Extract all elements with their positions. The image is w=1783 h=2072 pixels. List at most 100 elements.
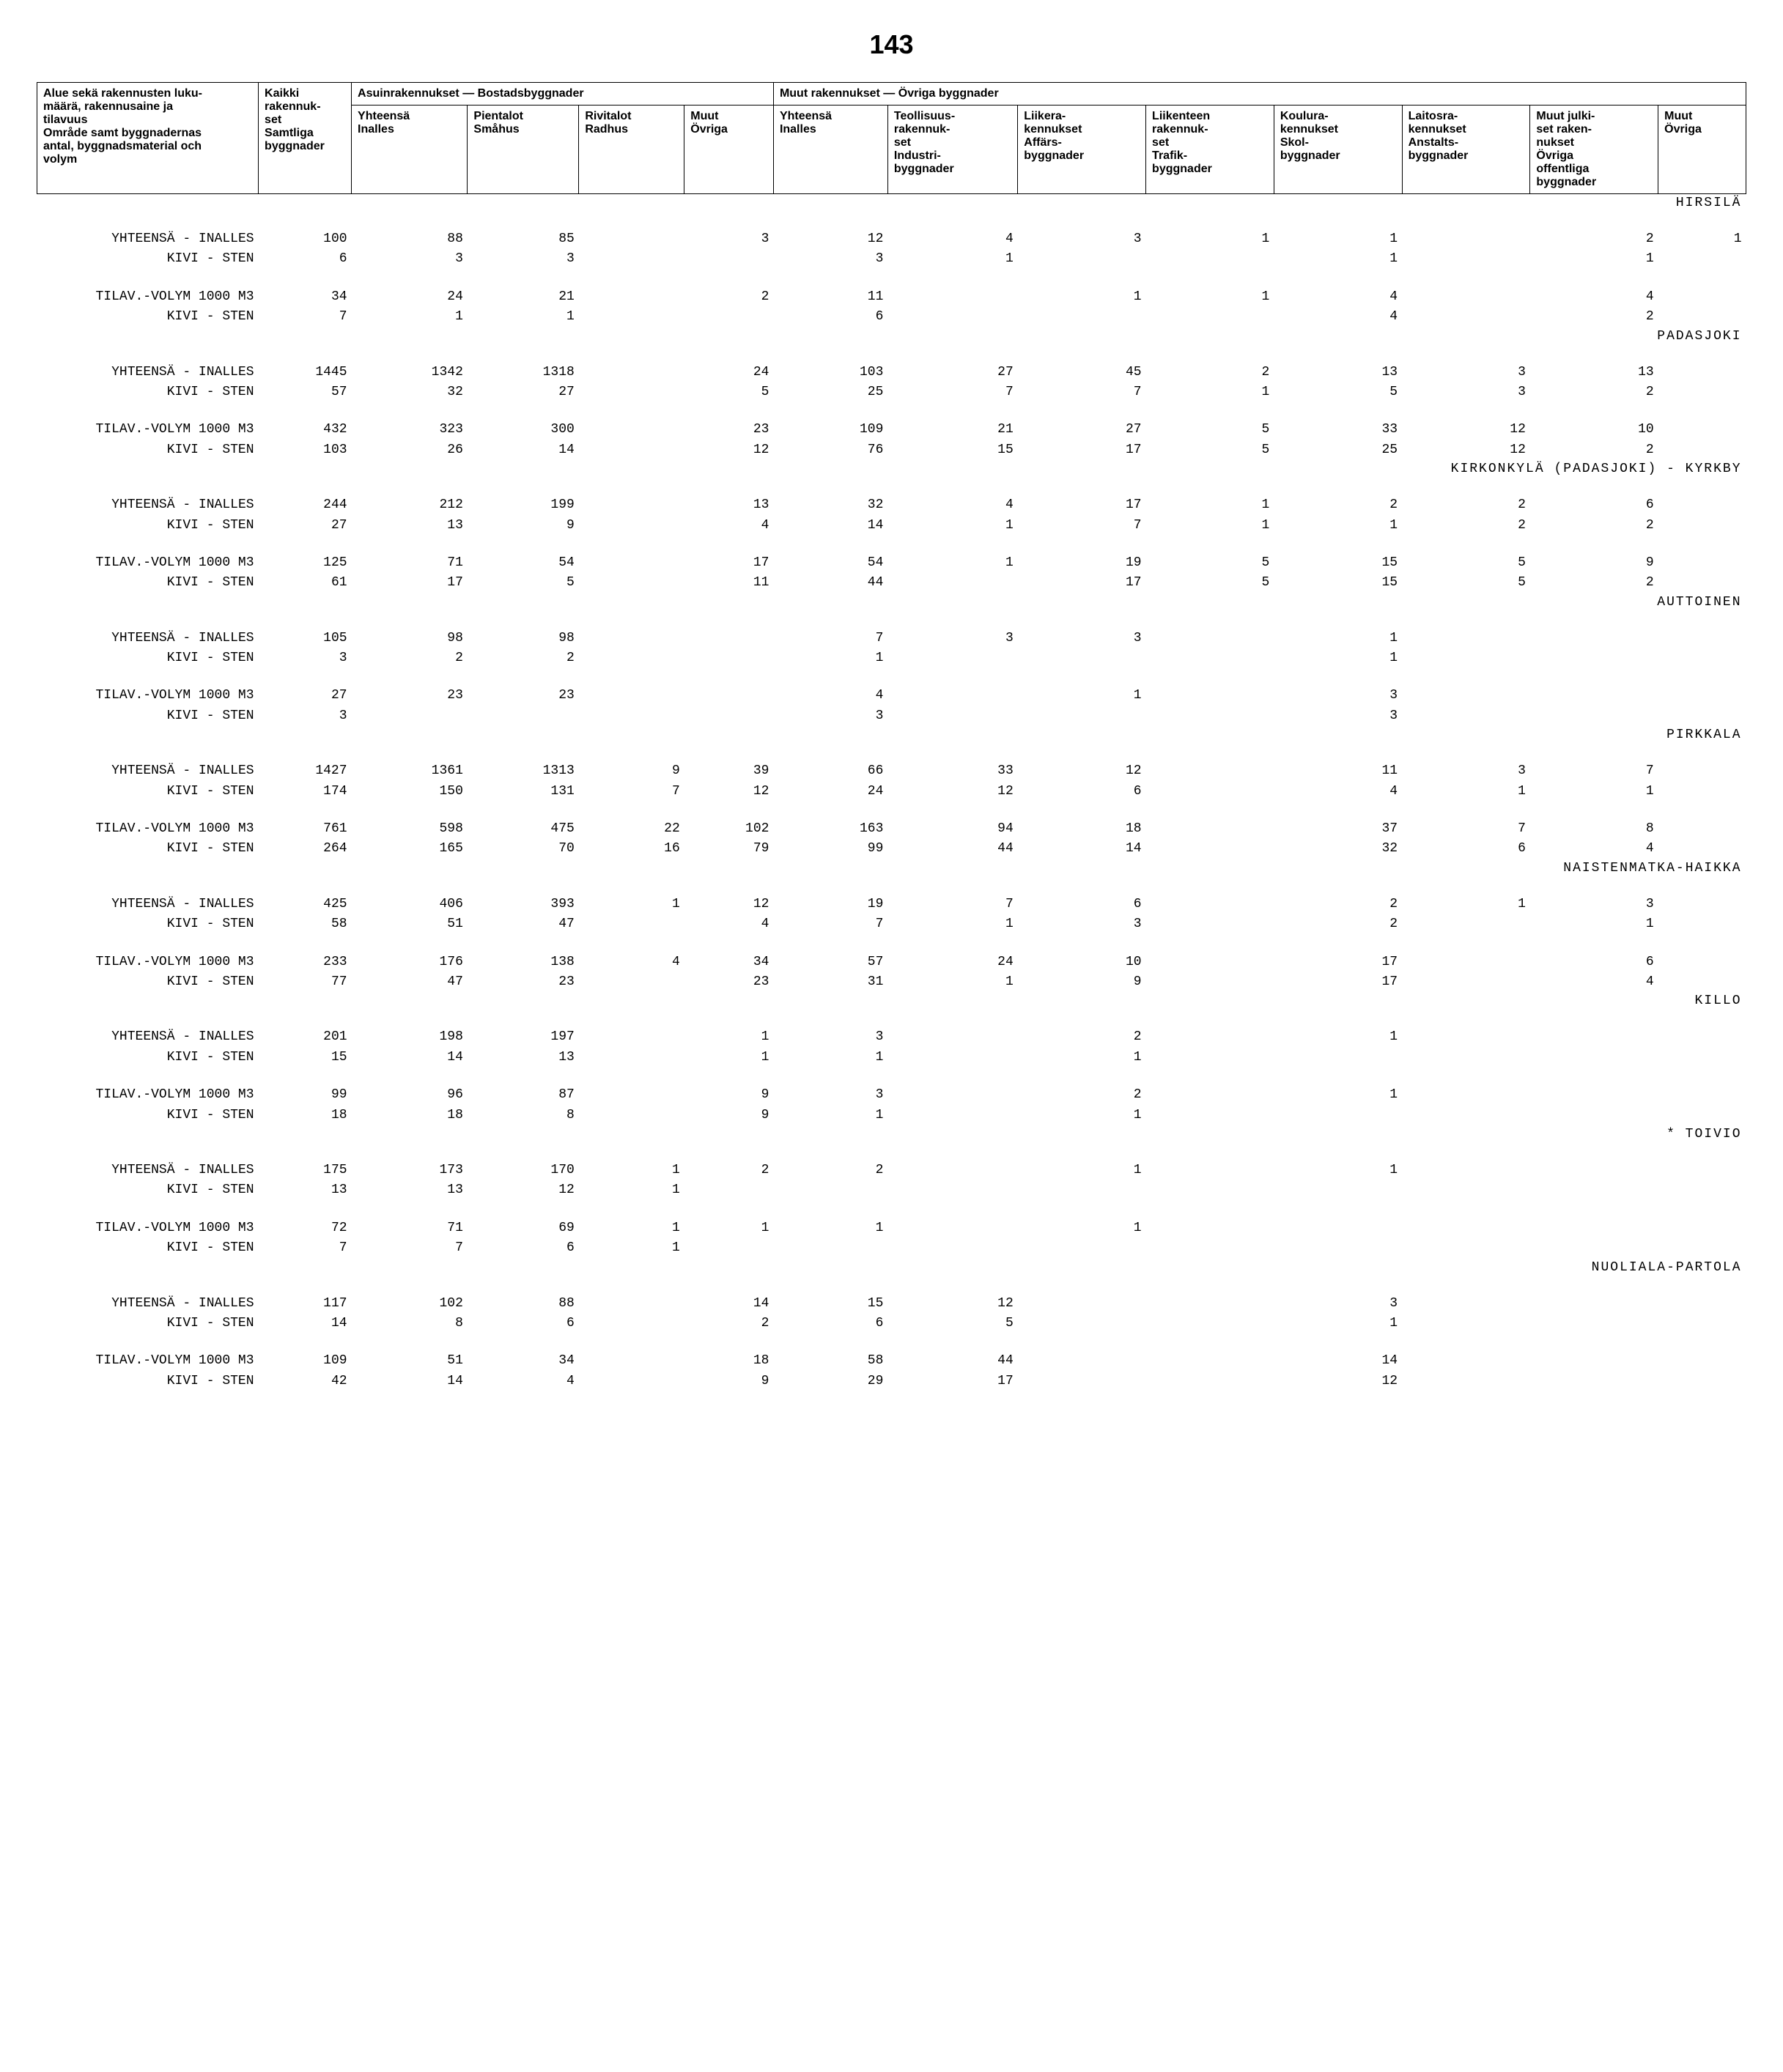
data-cell: 393 xyxy=(468,895,579,914)
data-cell: 3 xyxy=(1530,895,1658,914)
data-cell xyxy=(1658,895,1746,914)
data-cell: 6 xyxy=(468,1238,579,1258)
data-cell: 9 xyxy=(579,761,684,781)
row-label: KIVI - STEN xyxy=(37,1048,259,1068)
data-cell xyxy=(1530,629,1658,648)
data-cell: 175 xyxy=(259,1161,352,1180)
data-cell: 1 xyxy=(579,895,684,914)
data-cell: 7 xyxy=(1018,382,1146,402)
data-cell: 29 xyxy=(773,1372,887,1391)
data-cell: 14 xyxy=(259,1314,352,1333)
data-cell: 23 xyxy=(684,420,774,440)
data-cell: 34 xyxy=(468,1351,579,1371)
data-cell: 17 xyxy=(1018,495,1146,515)
row-label: KIVI - STEN xyxy=(37,1372,259,1391)
data-cell: 14 xyxy=(352,1372,468,1391)
row-label: TILAV.-VOLYM 1000 M3 xyxy=(37,819,259,839)
data-cell: 17 xyxy=(1018,573,1146,593)
col-industrial: Teollisuus- rakennuk- set Industri- bygg… xyxy=(887,106,1017,194)
data-cell xyxy=(1402,648,1530,668)
data-cell: 2 xyxy=(1530,573,1658,593)
data-cell: 2 xyxy=(1274,895,1402,914)
data-cell: 105 xyxy=(259,629,352,648)
data-cell: 2 xyxy=(1530,440,1658,460)
data-cell xyxy=(1274,1106,1402,1125)
data-cell: 1 xyxy=(1402,782,1530,802)
data-cell: 3 xyxy=(1402,761,1530,781)
data-cell xyxy=(1658,1218,1746,1238)
data-cell: 12 xyxy=(1018,761,1146,781)
data-cell xyxy=(579,1106,684,1125)
data-cell xyxy=(579,440,684,460)
data-cell: 71 xyxy=(352,553,468,573)
data-cell: 26 xyxy=(352,440,468,460)
data-cell: 42 xyxy=(259,1372,352,1391)
data-cell: 1 xyxy=(1530,914,1658,934)
data-cell: 3 xyxy=(773,1085,887,1105)
data-cell: 13 xyxy=(1274,363,1402,382)
data-cell xyxy=(1658,952,1746,972)
data-cell: 33 xyxy=(1274,420,1402,440)
data-cell xyxy=(1658,420,1746,440)
data-cell xyxy=(1530,686,1658,706)
data-cell: 47 xyxy=(468,914,579,934)
data-cell: 1 xyxy=(684,1218,774,1238)
data-cell: 12 xyxy=(684,895,774,914)
data-cell xyxy=(1658,629,1746,648)
data-cell xyxy=(1402,1106,1530,1125)
data-cell: 13 xyxy=(684,495,774,515)
data-cell: 125 xyxy=(259,553,352,573)
data-cell: 87 xyxy=(468,1085,579,1105)
data-cell xyxy=(1658,553,1746,573)
data-cell: 6 xyxy=(1530,495,1658,515)
data-cell: 3 xyxy=(1018,629,1146,648)
data-cell: 23 xyxy=(684,972,774,992)
data-cell: 1 xyxy=(1274,1314,1402,1333)
data-cell: 1 xyxy=(1018,1106,1146,1125)
data-cell: 13 xyxy=(1530,363,1658,382)
data-cell xyxy=(1402,1294,1530,1314)
row-label: YHTEENSÄ - INALLES xyxy=(37,1161,259,1180)
data-cell: 27 xyxy=(468,382,579,402)
row-label: YHTEENSÄ - INALLES xyxy=(37,1027,259,1047)
area-name: HIRSILÄ xyxy=(37,194,1746,212)
data-cell: 14 xyxy=(1018,839,1146,859)
data-cell: 5 xyxy=(1402,573,1530,593)
data-cell: 4 xyxy=(887,229,1017,249)
data-cell: 5 xyxy=(1274,382,1402,402)
data-cell xyxy=(1402,249,1530,269)
data-cell: 2 xyxy=(1402,495,1530,515)
data-cell: 7 xyxy=(352,1238,468,1258)
data-cell: 109 xyxy=(259,1351,352,1371)
row-label: KIVI - STEN xyxy=(37,782,259,802)
data-cell: 1 xyxy=(579,1161,684,1180)
data-cell: 1 xyxy=(579,1180,684,1200)
data-cell: 58 xyxy=(259,914,352,934)
data-cell: 3 xyxy=(887,629,1017,648)
col-institution: Laitosra- kennukset Anstalts- byggnader xyxy=(1402,106,1530,194)
data-cell xyxy=(1530,1161,1658,1180)
data-cell: 15 xyxy=(887,440,1017,460)
data-cell: 24 xyxy=(684,363,774,382)
data-cell xyxy=(1402,229,1530,249)
data-cell: 3 xyxy=(773,249,887,269)
data-cell xyxy=(887,706,1017,726)
data-cell xyxy=(1146,914,1274,934)
data-cell: 13 xyxy=(352,516,468,536)
data-cell: 17 xyxy=(1274,952,1402,972)
data-cell: 7 xyxy=(887,895,1017,914)
data-cell: 32 xyxy=(1274,839,1402,859)
data-cell xyxy=(1146,1218,1274,1238)
data-cell: 57 xyxy=(259,382,352,402)
row-label: KIVI - STEN xyxy=(37,1238,259,1258)
data-cell: 23 xyxy=(468,972,579,992)
data-cell: 4 xyxy=(1274,782,1402,802)
data-cell: 12 xyxy=(887,782,1017,802)
data-cell: 94 xyxy=(887,819,1017,839)
data-cell xyxy=(1146,629,1274,648)
data-cell xyxy=(579,914,684,934)
data-cell xyxy=(1146,1238,1274,1258)
data-cell: 24 xyxy=(352,287,468,307)
area-name: PIRKKALA xyxy=(37,726,1746,744)
data-cell: 100 xyxy=(259,229,352,249)
